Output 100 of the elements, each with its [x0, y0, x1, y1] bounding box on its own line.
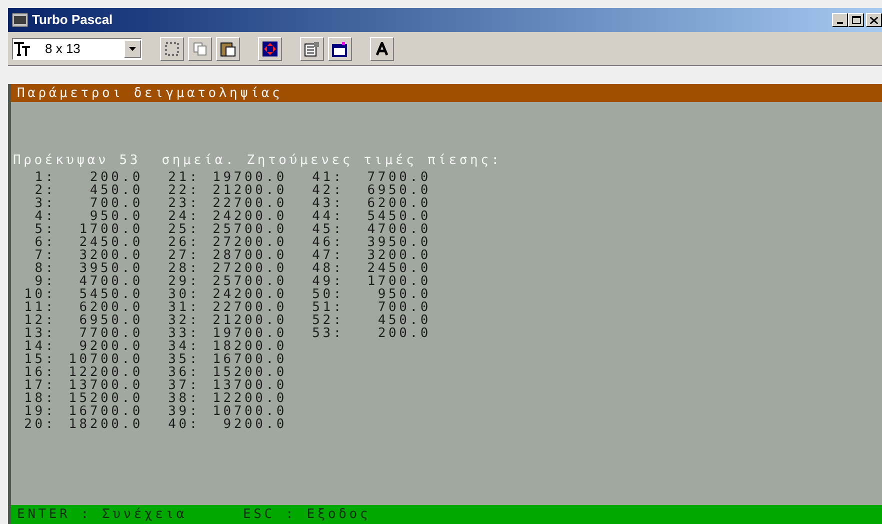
point-index: 28:: [168, 262, 200, 275]
properties-button[interactable]: [300, 36, 324, 60]
pressure-value: 9200.0: [222, 418, 287, 431]
point-index: 7:: [34, 249, 56, 262]
point-index: 46:: [312, 236, 344, 249]
point-index: 20:: [24, 418, 56, 431]
fullscreen-button[interactable]: [258, 36, 282, 60]
pressure-value: 25700.0: [212, 275, 287, 288]
windows-icon: [332, 40, 348, 56]
close-button[interactable]: [866, 13, 882, 27]
pressure-value: 6950.0: [366, 184, 431, 197]
pressure-value: 5450.0: [366, 210, 431, 223]
paste-button[interactable]: [216, 36, 240, 60]
expand-arrows-icon: [262, 40, 278, 56]
point-index: 3:: [34, 197, 56, 210]
pressure-value: 6950.0: [78, 314, 143, 327]
point-index: 49:: [312, 275, 344, 288]
app-icon: [12, 13, 28, 27]
font-button[interactable]: [370, 36, 394, 60]
point-index: 38:: [168, 392, 200, 405]
point-index: 44:: [312, 210, 344, 223]
point-index: 11:: [24, 301, 56, 314]
pressure-value: 19700.0: [212, 171, 287, 184]
pressure-value: 22700.0: [212, 301, 287, 314]
pressure-value: 16700.0: [68, 405, 143, 418]
minimize-icon: [837, 22, 843, 24]
point-index: 21:: [168, 171, 200, 184]
pressure-value: 7700.0: [366, 171, 431, 184]
pressure-value: 5450.0: [78, 288, 143, 301]
pressure-value: 4700.0: [366, 223, 431, 236]
pressure-value: 15200.0: [68, 392, 143, 405]
pressure-value: 16700.0: [212, 353, 287, 366]
minimize-button[interactable]: [832, 13, 848, 27]
pressure-value: 24200.0: [212, 210, 287, 223]
point-index: 40:: [168, 418, 200, 431]
console-heading: Προέκυψαν 53 σημεία. Ζητούμενες τιμές πίεσης:: [13, 154, 502, 167]
pressure-value: 1700.0: [78, 223, 143, 236]
point-index: 33:: [168, 327, 200, 340]
pressure-value: 24200.0: [212, 288, 287, 301]
key-hint: ESC : Εξοδος: [243, 508, 371, 521]
point-index: 37:: [168, 379, 200, 392]
point-index: 9:: [34, 275, 56, 288]
pressure-value: 12200.0: [212, 392, 287, 405]
point-index: 26:: [168, 236, 200, 249]
pressure-value: 700.0: [376, 301, 431, 314]
selection-icon: [165, 42, 179, 56]
pressure-value: 19700.0: [212, 327, 287, 340]
point-index: 41:: [312, 171, 344, 184]
point-index: 23:: [168, 197, 200, 210]
point-index: 42:: [312, 184, 344, 197]
pressure-value: 13700.0: [212, 379, 287, 392]
pressure-value: 27200.0: [212, 236, 287, 249]
pressure-value: 13700.0: [68, 379, 143, 392]
point-index: 8:: [34, 262, 56, 275]
paste-icon: [220, 40, 236, 56]
point-index: 14:: [24, 340, 56, 353]
pressure-value: 2450.0: [366, 262, 431, 275]
pressure-value: 200.0: [88, 171, 143, 184]
pressure-value: 2450.0: [78, 236, 143, 249]
point-index: 45:: [312, 223, 344, 236]
font-icon: [13, 40, 31, 56]
point-index: 2:: [34, 184, 56, 197]
pressure-value: 3950.0: [78, 262, 143, 275]
pressure-value: 700.0: [88, 197, 143, 210]
pressure-value: 3200.0: [366, 249, 431, 262]
point-index: 5:: [34, 223, 56, 236]
point-index: 18:: [24, 392, 56, 405]
pressure-value: 1700.0: [366, 275, 431, 288]
key-hint: ENTER : Συνέχεια: [17, 508, 188, 521]
copy-button[interactable]: [188, 36, 212, 60]
pressure-value: 21200.0: [212, 314, 287, 327]
point-index: 53:: [312, 327, 344, 340]
point-index: 52:: [312, 314, 344, 327]
point-index: 51:: [312, 301, 344, 314]
point-index: 34:: [168, 340, 200, 353]
point-index: 47:: [312, 249, 344, 262]
point-index: 36:: [168, 366, 200, 379]
pressure-value: 200.0: [376, 327, 431, 340]
point-index: 16:: [24, 366, 56, 379]
point-index: 32:: [168, 314, 200, 327]
pressure-value: 3950.0: [366, 236, 431, 249]
point-index: 43:: [312, 197, 344, 210]
font-size-dropdown[interactable]: 8 x 13: [12, 38, 142, 60]
pressure-value: 3200.0: [78, 249, 143, 262]
pressure-value: 9200.0: [79, 340, 143, 353]
background-button[interactable]: [328, 36, 352, 60]
pressure-value: 21200.0: [212, 184, 287, 197]
point-index: 12:: [24, 314, 56, 327]
pressure-value: 15200.0: [212, 366, 287, 379]
pressure-value: 950.0: [90, 210, 143, 223]
point-index: 13:: [24, 327, 56, 340]
maximize-button[interactable]: [848, 13, 864, 27]
pressure-value: 12200.0: [68, 366, 143, 379]
properties-icon: [304, 40, 320, 56]
point-index: 10:: [24, 288, 56, 301]
point-index: 25:: [168, 223, 200, 236]
mark-button[interactable]: [160, 36, 184, 60]
pressure-value: 950.0: [376, 288, 431, 301]
point-index: 19:: [24, 405, 56, 418]
pressure-value: 10700.0: [68, 353, 143, 366]
